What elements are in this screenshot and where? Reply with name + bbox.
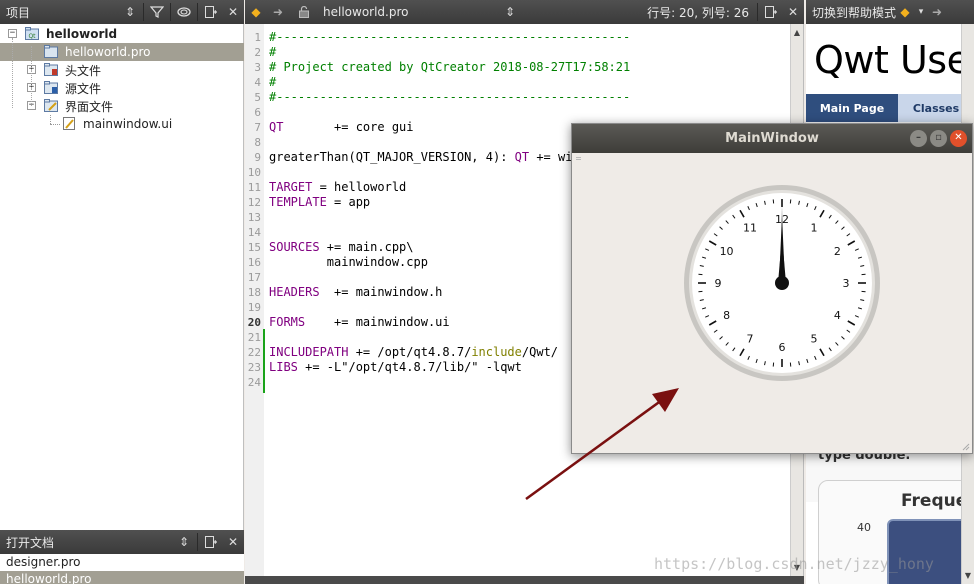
- watermark: https://blog.csdn.net/jzzy_hony: [654, 555, 934, 573]
- arrow-shaft: [525, 398, 663, 501]
- desktop: 项目 ⇕ ✕ − Qt helloworld helloworld.pro +: [0, 0, 974, 584]
- arrow-head-icon: [652, 388, 679, 412]
- annotation-arrow: [525, 388, 679, 501]
